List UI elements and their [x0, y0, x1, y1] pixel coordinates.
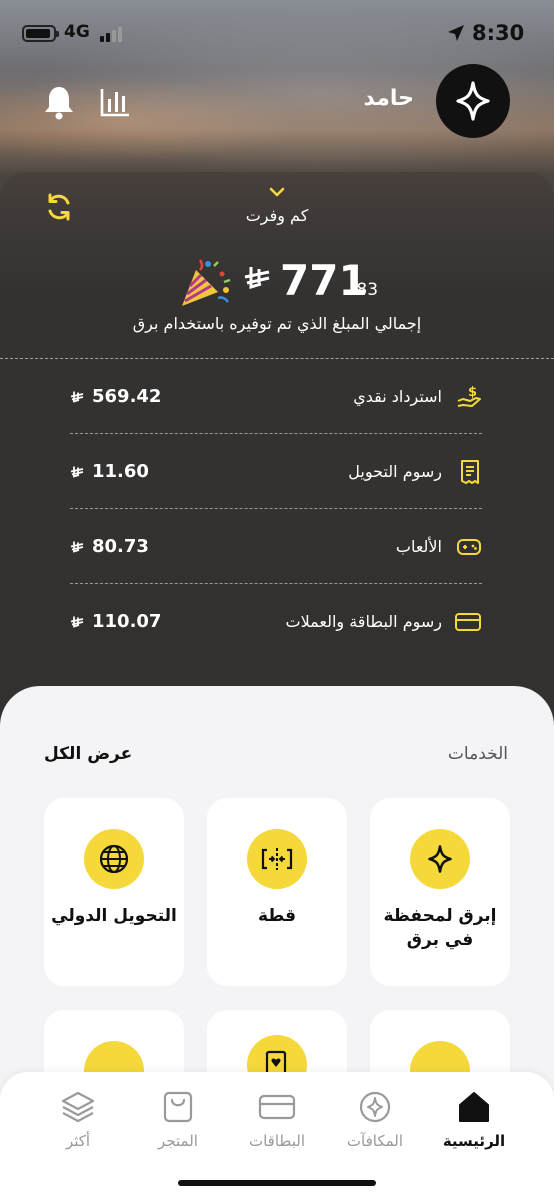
sparkle-icon [428, 845, 452, 873]
tab-label: الرئيسية [442, 1132, 506, 1150]
savings-row-transfer-fees: رسوم التحويل 11.60 [70, 434, 482, 509]
shopping-bag-icon [163, 1091, 193, 1123]
riyal-icon [244, 267, 270, 290]
savings-row-games: الألعاب 80.73 [70, 509, 482, 584]
layers-icon [61, 1091, 95, 1123]
savings-row-label: استرداد نقدي [353, 387, 442, 406]
services-title: الخدمات [447, 744, 508, 764]
savings-row-card-fees: رسوم البطاقة والعملات 110.07 [70, 584, 482, 659]
cash-hand-icon: $ [457, 385, 481, 407]
savings-row-cashback: $ استرداد نقدي 569.42 [70, 359, 482, 434]
tab-store[interactable]: المتجر [128, 1086, 228, 1156]
svg-text:$: $ [468, 385, 477, 400]
riyal-icon [70, 466, 84, 478]
signal-icon [100, 26, 124, 42]
riyal-icon [70, 541, 84, 553]
profile-logo-button[interactable] [436, 64, 510, 138]
service-tile-label: قطة [257, 906, 296, 926]
savings-row-value: 80.73 [92, 536, 149, 557]
tab-more[interactable]: أكثر [28, 1086, 128, 1156]
globe-icon [99, 844, 129, 874]
savings-toggle-label[interactable]: كم وفرت [0, 206, 554, 225]
riyal-icon [70, 616, 84, 628]
savings-row-label: رسوم البطاقة والعملات [285, 612, 442, 631]
tab-label: البطاقات [248, 1132, 305, 1150]
status-bar: 4G 8:30 [0, 0, 554, 64]
rewards-icon [359, 1091, 391, 1123]
party-popper-icon [182, 259, 231, 306]
service-tile-international-transfer[interactable]: التحويل الدولي [44, 798, 184, 986]
split-bill-icon [261, 848, 293, 870]
home-icon [459, 1092, 489, 1122]
cards-icon [258, 1094, 296, 1120]
savings-row-value: 110.07 [92, 611, 162, 632]
chevron-down-icon[interactable] [268, 186, 286, 198]
view-all-link[interactable]: عرض الكل [44, 744, 132, 764]
tab-rewards[interactable]: المكافآت [325, 1086, 425, 1156]
network-type: 4G [64, 22, 90, 42]
tab-label: المتجر [158, 1132, 198, 1150]
service-tile-wallet-transfer[interactable]: إبرق لمحفظة في برق [370, 798, 510, 986]
total-savings-decimal: .83 [351, 280, 379, 300]
service-tile-split-bill[interactable]: قطة [207, 798, 347, 986]
gamepad-icon [457, 538, 481, 555]
savings-row-label: رسوم التحويل [348, 462, 442, 481]
location-arrow-icon [448, 25, 464, 41]
service-tile-label: إبرق لمحفظة في برق [383, 906, 497, 950]
battery-icon [22, 25, 59, 42]
tab-home[interactable]: الرئيسية [424, 1086, 524, 1156]
tab-label: المكافآت [346, 1132, 404, 1150]
tab-cards[interactable]: البطاقات [227, 1086, 327, 1156]
total-savings-caption: إجمالي المبلغ الذي تم توفيره باستخدام بر… [132, 314, 422, 333]
username: حامد [363, 86, 414, 111]
credit-card-icon [455, 612, 481, 631]
savings-row-value: 11.60 [92, 461, 149, 482]
savings-row-label: الألعاب [395, 537, 442, 556]
riyal-icon [70, 391, 84, 403]
service-tile-label: التحويل الدولي [51, 906, 177, 926]
bell-icon[interactable] [43, 84, 75, 120]
savings-row-value: 569.42 [92, 386, 162, 407]
tab-label: أكثر [65, 1132, 91, 1150]
bar-chart-icon[interactable] [99, 86, 131, 118]
status-time: 8:30 [472, 21, 525, 45]
home-indicator [178, 1180, 376, 1186]
sparkle-icon [456, 81, 490, 121]
receipt-icon [461, 459, 479, 484]
